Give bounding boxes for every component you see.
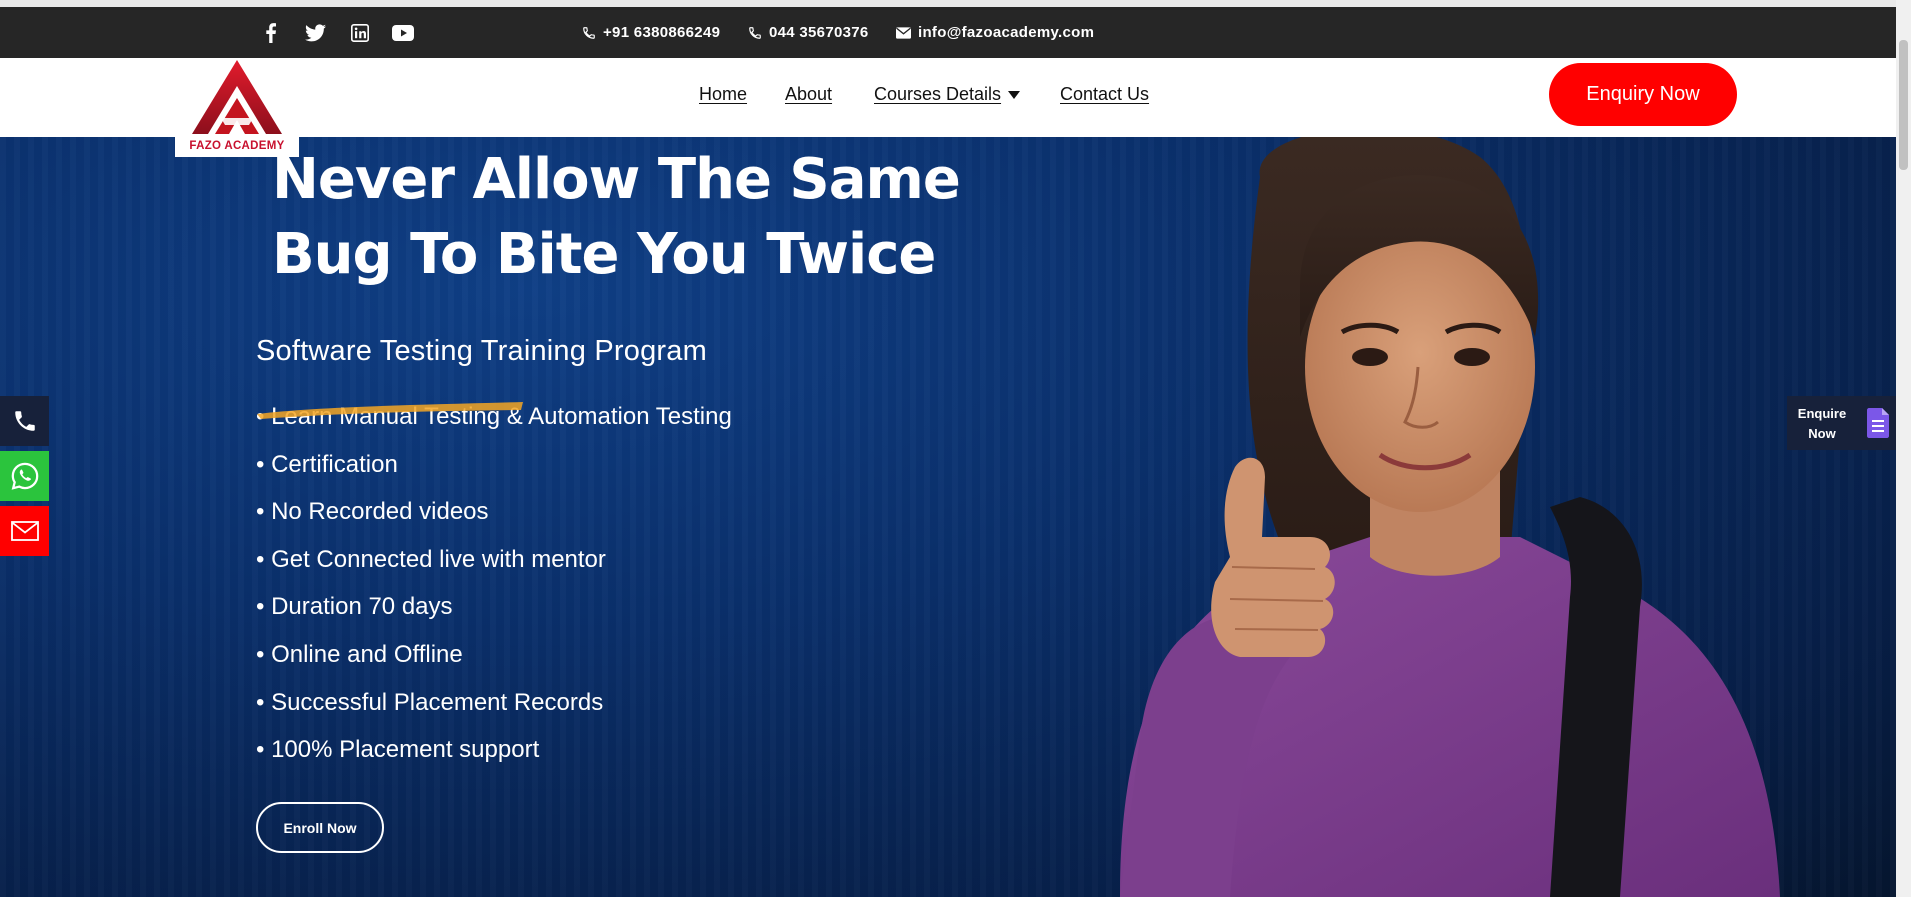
floating-phone-button[interactable] — [0, 396, 49, 446]
email-contact[interactable]: info@fazoacademy.com — [896, 7, 1094, 58]
feature-list: • Learn Manual Testing & Automation Test… — [256, 397, 732, 778]
email-address: info@fazoacademy.com — [918, 24, 1095, 41]
phone-number-1: +91 6380866249 — [603, 24, 721, 41]
enquire-tab-line-1: Enquire — [1797, 406, 1847, 421]
feature-item: • Get Connected live with mentor — [256, 545, 606, 573]
feature-item: • Successful Placement Records — [256, 688, 604, 716]
floating-whatsapp-button[interactable] — [0, 451, 49, 501]
headline-line-1: Never Allow The Same — [272, 147, 961, 212]
headline-brush-underline — [257, 402, 523, 419]
floating-mail-button[interactable] — [0, 506, 49, 556]
envelope-icon — [896, 26, 911, 39]
enquire-tab-label: Enquire Now — [1793, 404, 1851, 444]
nav-about[interactable]: About — [785, 84, 832, 105]
facebook-icon[interactable] — [264, 7, 278, 58]
nav-courses-details[interactable]: Courses Details — [874, 84, 1021, 105]
logo-text: FAZO ACADEMY — [189, 140, 285, 152]
page-scrollbar[interactable] — [1896, 0, 1911, 897]
site-logo[interactable]: FAZO ACADEMY — [175, 58, 299, 157]
form-document-icon — [1867, 408, 1889, 438]
top-contact-bar: +91 6380866249 044 35670376 info@fazoaca… — [0, 7, 1896, 58]
phone-icon — [14, 411, 35, 431]
enroll-now-button[interactable]: Enroll Now — [256, 802, 384, 853]
scrollbar-thumb[interactable] — [1899, 40, 1908, 170]
phone-icon — [749, 26, 761, 39]
feature-item: • Certification — [256, 450, 398, 478]
hero-headline: Never Allow The Same Bug To Bite You Twi… — [272, 142, 972, 292]
floating-enquire-tab[interactable]: Enquire Now — [1787, 396, 1898, 450]
linkedin-icon[interactable] — [351, 7, 369, 58]
phone-contact-2[interactable]: 044 35670376 — [748, 7, 869, 58]
enquire-tab-line-2: Now — [1808, 426, 1836, 441]
browser-top-strip — [0, 0, 1911, 7]
nav-contact-us[interactable]: Contact Us — [1060, 84, 1149, 105]
headline-line-2: Bug To Bite You Twice — [272, 222, 936, 287]
logo-mark-icon — [192, 60, 282, 134]
feature-item: • 100% Placement support — [256, 736, 540, 764]
feature-item: • Duration 70 days — [256, 593, 453, 621]
phone-contact-1[interactable]: +91 6380866249 — [582, 7, 720, 58]
phone-number-2: 044 35670376 — [769, 24, 869, 41]
phone-icon — [583, 26, 595, 39]
enquiry-now-button[interactable]: Enquiry Now — [1549, 63, 1737, 126]
whatsapp-icon — [11, 462, 38, 490]
feature-item: • No Recorded videos — [256, 498, 489, 526]
mail-icon — [10, 521, 39, 541]
hero-student-image — [1120, 137, 1780, 897]
caret-down-icon — [1008, 91, 1021, 100]
hero-subtitle: Software Testing Training Program — [256, 335, 707, 367]
nav-home[interactable]: Home — [699, 84, 747, 105]
nav-courses-label: Courses Details — [874, 84, 1002, 104]
youtube-icon[interactable] — [392, 7, 414, 58]
twitter-icon[interactable] — [305, 7, 326, 58]
feature-item: • Online and Offline — [256, 640, 463, 668]
